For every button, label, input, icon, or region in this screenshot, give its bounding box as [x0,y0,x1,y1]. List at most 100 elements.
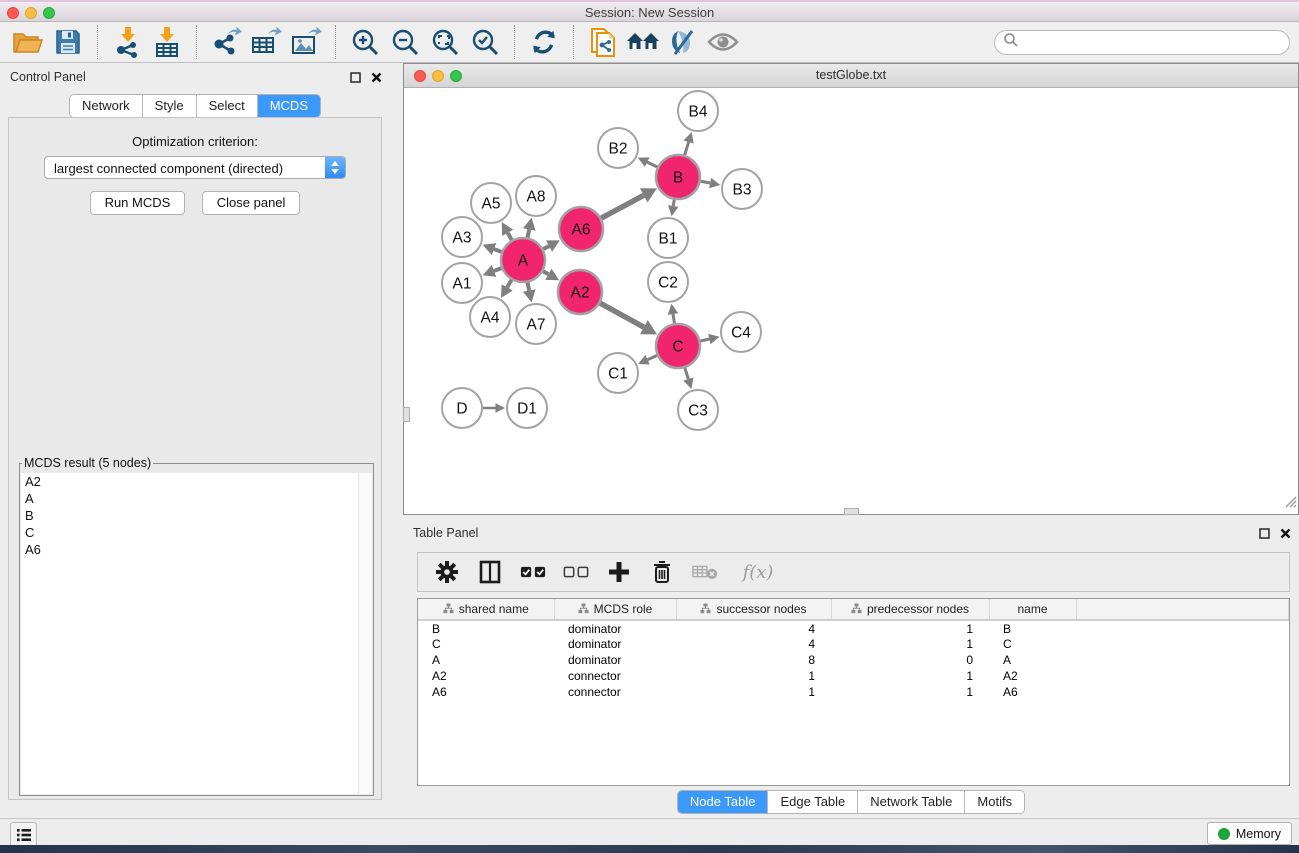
graph-edge-A-A2[interactable] [543,271,548,274]
column-header-successor-nodes[interactable]: successor nodes [676,599,831,620]
zoom-out-icon[interactable] [385,24,425,60]
table-cell[interactable]: 1 [831,668,989,684]
show-column-icon[interactable] [477,558,503,586]
home-icon[interactable] [623,24,663,60]
search-input[interactable] [994,30,1290,55]
table-row[interactable]: A6connector11A6 [418,684,1289,700]
table-row[interactable]: Cdominator41C [418,636,1289,652]
float-panel-icon[interactable] [350,70,361,88]
clone-network-icon[interactable] [583,24,623,60]
tab-network[interactable]: Network [70,95,142,117]
zoom-in-icon[interactable] [345,24,385,60]
export-table-icon[interactable] [246,24,286,60]
graph-edge-A-A4[interactable] [507,280,511,287]
table-cell[interactable]: 1 [831,636,989,652]
run-mcds-button[interactable]: Run MCDS [90,191,186,215]
graph-edge-B-B4[interactable] [685,142,689,155]
table-options-gear-icon[interactable] [434,558,460,586]
table-cell[interactable]: connector [554,684,676,700]
resize-grip-icon[interactable] [1283,494,1297,513]
graph-edge-A-A5[interactable] [508,233,512,240]
graph-edge-A-A6[interactable] [543,246,549,249]
refresh-layout-icon[interactable] [524,24,564,60]
mcds-result-item[interactable]: B [21,507,358,524]
hide-panels-icon[interactable] [663,24,703,60]
tab-style[interactable]: Style [142,95,196,117]
close-panel-icon[interactable] [1280,526,1291,544]
graph-edge-C-C1[interactable] [648,355,657,359]
column-header-MCDS-role[interactable]: MCDS role [554,599,676,620]
graph-edge-B-B2[interactable] [647,162,657,167]
graph-edge-B-B1[interactable] [673,200,674,206]
import-network-icon[interactable] [107,24,147,60]
table-cell[interactable]: A2 [418,668,554,684]
table-row[interactable]: A2connector11A2 [418,668,1289,684]
tab-node-table[interactable]: Node Table [678,791,768,813]
save-session-icon[interactable] [48,24,88,60]
mcds-result-scrollbar[interactable] [358,473,372,794]
mcds-result-item[interactable]: A6 [21,541,358,558]
table-cell[interactable]: A6 [989,684,1076,700]
select-all-icon[interactable] [520,558,546,586]
unselect-all-icon[interactable] [563,558,589,586]
tab-edge-table[interactable]: Edge Table [767,791,857,813]
table-cell[interactable]: 1 [676,684,831,700]
mcds-result-item[interactable]: A [21,490,358,507]
memory-button[interactable]: Memory [1207,822,1292,845]
table-cell[interactable]: 1 [831,620,989,636]
canvas-left-handle[interactable] [403,407,410,422]
graph-edge-A6-B[interactable] [601,195,643,218]
tab-select[interactable]: Select [196,95,257,117]
export-network-icon[interactable] [206,24,246,60]
table-cell[interactable]: A2 [989,668,1076,684]
table-cell[interactable]: A [989,652,1076,668]
mcds-result-item[interactable]: C [21,524,358,541]
table-cell[interactable]: B [989,620,1076,636]
delete-row-icon[interactable] [649,558,675,586]
table-cell[interactable]: dominator [554,620,676,636]
tab-mcds[interactable]: MCDS [257,95,320,117]
float-panel-icon[interactable] [1259,526,1270,544]
column-header-predecessor-nodes[interactable]: predecessor nodes [831,599,989,620]
table-cell[interactable]: dominator [554,636,676,652]
tab-network-table[interactable]: Network Table [857,791,964,813]
table-cell[interactable]: 4 [676,620,831,636]
graph-edge-C-C2[interactable] [673,314,674,323]
zoom-fit-icon[interactable] [425,24,465,60]
column-header-name[interactable]: name [989,599,1076,620]
table-cell[interactable]: 4 [676,636,831,652]
table-row[interactable]: Bdominator41B [418,620,1289,636]
table-cell[interactable]: connector [554,668,676,684]
column-header-shared-name[interactable]: shared name [418,599,554,620]
table-cell[interactable]: C [418,636,554,652]
mcds-result-list[interactable]: A2ABCA6 [21,473,358,794]
network-window-titlebar[interactable]: testGlobe.txt [404,64,1298,88]
table-cell[interactable]: 8 [676,652,831,668]
table-cell[interactable]: 1 [831,684,989,700]
table-cell[interactable]: B [418,620,554,636]
graph-edge-A2-C[interactable] [600,303,644,327]
canvas-bottom-handle[interactable] [844,508,859,515]
optimization-criterion-select[interactable]: largest connected component (directed) [44,156,346,179]
network-canvas[interactable]: B4B2BB3A8A5A6A3B1AA1C2A2A4A7C4CC1C3DD1 [404,88,1298,514]
eye-icon[interactable] [703,24,743,60]
table-cell[interactable]: dominator [554,652,676,668]
graph-edge-B-B3[interactable] [701,181,711,183]
table-cell[interactable]: C [989,636,1076,652]
tab-motifs[interactable]: Motifs [964,791,1024,813]
graph-edge-A-A1[interactable] [494,268,501,271]
table-cell[interactable]: A6 [418,684,554,700]
close-panel-button[interactable]: Close panel [202,191,301,215]
table-cell[interactable]: A [418,652,554,668]
export-image-icon[interactable] [286,24,326,60]
graph-edge-A-A3[interactable] [494,249,501,252]
close-panel-icon[interactable] [371,70,382,88]
table-row[interactable]: Adominator80A [418,652,1289,668]
open-session-icon[interactable] [8,24,48,60]
graph-edge-A-A7[interactable] [528,283,530,291]
table-cell[interactable]: 0 [831,652,989,668]
node-table[interactable]: shared nameMCDS rolesuccessor nodesprede… [417,598,1290,786]
zoom-selected-icon[interactable] [465,24,505,60]
mcds-result-item[interactable]: A2 [21,473,358,490]
graph-edge-C-C4[interactable] [700,339,709,341]
